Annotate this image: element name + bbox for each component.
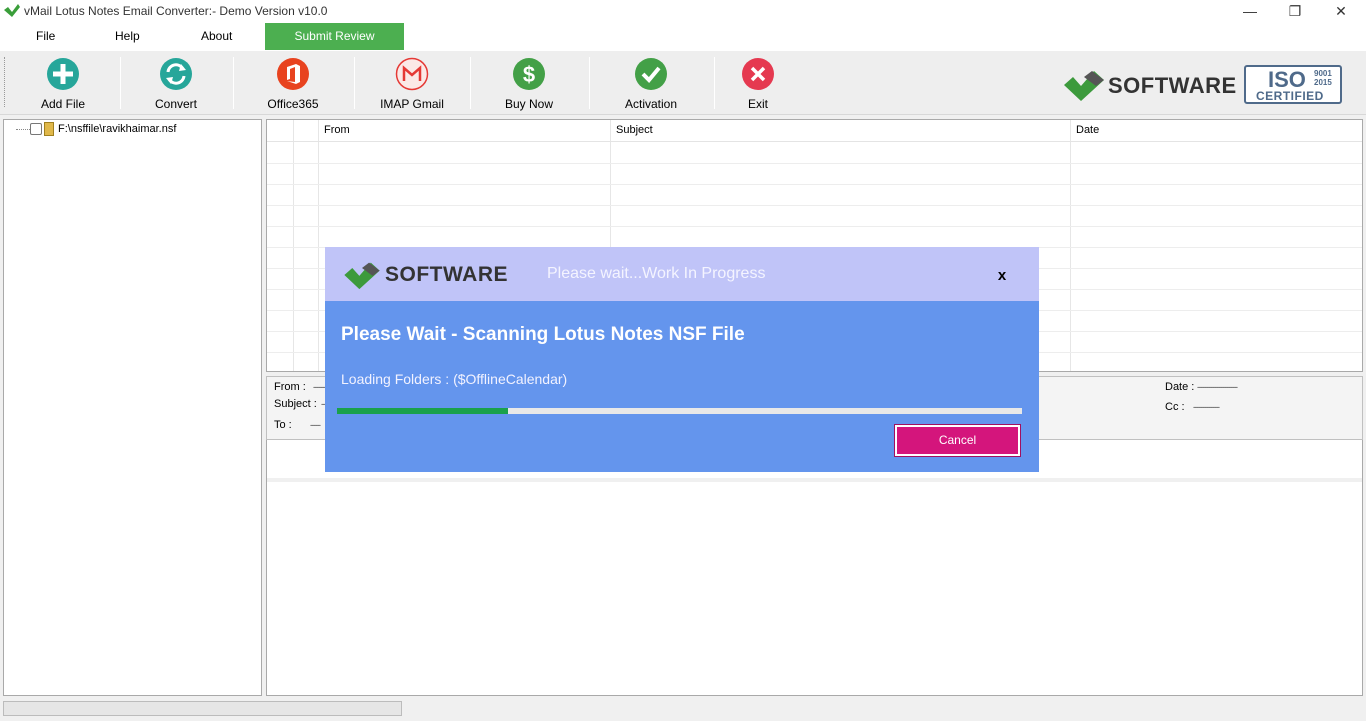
status-progress-bar [3,701,402,716]
dollar-icon: $ [513,58,545,90]
grid-divider [1070,120,1071,371]
toolbar-separator [120,57,121,109]
nsf-file-icon [44,122,54,136]
dialog-caption: Please wait...Work In Progress [547,265,766,282]
exit-label: Exit [747,97,768,111]
grid-divider [293,120,294,371]
grid-row-line [267,226,1362,227]
imap-gmail-button[interactable]: IMAP Gmail [376,51,448,113]
imap-gmail-label: IMAP Gmail [380,97,444,111]
menu-help[interactable]: Help [115,22,140,51]
dialog-brand-name: SOFTWARE [385,263,508,286]
dialog-progress-fill [337,408,509,414]
title-bar: vMail Lotus Notes Email Converter:- Demo… [0,0,1366,22]
tree-checkbox[interactable] [30,123,42,135]
convert-label: Convert [154,97,198,111]
cancel-button[interactable]: Cancel [894,424,1021,457]
cc-value: ------------- [1193,402,1220,412]
menu-file[interactable]: File [36,22,55,51]
add-file-button[interactable]: Add File [36,51,90,113]
dialog-title: Please Wait - Scanning Lotus Notes NSF F… [341,324,745,345]
app-logo-icon [4,4,20,17]
column-from[interactable]: From [318,120,350,142]
buy-now-button[interactable]: $ Buy Now [502,51,556,113]
to-value: ----- [310,420,321,430]
dialog-progress-bar [337,408,1022,414]
status-bar [0,698,1366,721]
close-window-button[interactable]: ✕ [1318,0,1364,22]
window-title: vMail Lotus Notes Email Converter:- Demo… [24,4,328,18]
add-file-label: Add File [40,97,86,111]
date-value: -------------------- [1197,382,1238,392]
preview-divider [267,478,1362,482]
iso-line2: 2015 [1314,78,1332,87]
buy-now-label: Buy Now [504,97,554,111]
from-value: ------ [313,382,326,392]
grid-divider [318,120,319,371]
cc-label: Cc : [1165,401,1185,413]
refresh-icon [160,58,192,90]
office365-icon [277,58,309,90]
svg-text:$: $ [523,62,535,87]
menu-bar: File Help About Submit Review [0,22,1366,51]
to-label: To : [274,419,292,431]
exit-x-icon [742,58,774,90]
column-subject[interactable]: Subject [610,120,653,142]
grid-row-line [267,205,1362,206]
dialog-close-button[interactable]: x [989,263,1015,289]
column-date[interactable]: Date [1070,120,1099,142]
brand-name: SOFTWARE [1108,73,1237,98]
toolbar-grip [4,57,7,107]
subject-label: Subject : [274,398,317,410]
office365-button[interactable]: Office365 [264,51,322,113]
restore-button[interactable]: ❐ [1272,0,1318,22]
close-icon: ✕ [1335,2,1347,19]
from-label: From : [274,381,306,393]
grid-header: From Subject Date [267,120,1362,142]
folder-tree-panel: F:\nsffile\ravikhaimar.nsf [3,119,262,696]
dialog-status-text: Loading Folders : ($OfflineCalendar) [341,371,568,387]
tree-item-nsf-file[interactable]: F:\nsffile\ravikhaimar.nsf [16,122,176,136]
toolbar-separator [470,57,471,109]
toolbar-separator [589,57,590,109]
iso-badge: ISO 9001 2015 CERTIFIED [1244,65,1342,104]
minimize-icon: — [1243,3,1257,19]
grid-row-line [267,184,1362,185]
menu-about[interactable]: About [201,22,232,51]
dialog-header: SOFTWARE Please wait...Work In Progress … [325,247,1039,301]
message-preview-pane[interactable] [266,440,1363,696]
restore-icon: ❐ [1288,2,1302,19]
tree-connector [16,128,30,130]
checkmark-icon [635,58,667,90]
iso-certified: CERTIFIED [1256,89,1324,103]
date-label: Date : [1165,381,1195,393]
toolbar-separator [354,57,355,109]
add-icon [47,58,79,90]
submit-review-button[interactable]: Submit Review [265,23,404,50]
convert-button[interactable]: Convert [150,51,202,113]
activation-button[interactable]: Activation [620,51,682,113]
toolbar-separator [714,57,715,109]
minimize-button[interactable]: — [1227,0,1273,22]
tree-item-label: F:\nsffile\ravikhaimar.nsf [58,123,177,135]
brand-logo-icon [344,262,380,290]
iso-numbers: 9001 2015 [1314,69,1332,87]
progress-dialog: SOFTWARE Please wait...Work In Progress … [325,247,1039,472]
exit-button[interactable]: Exit [738,51,778,113]
office365-label: Office365 [267,97,319,111]
iso-line1: 9001 [1314,69,1332,78]
activation-label: Activation [624,97,678,111]
toolbar-separator [233,57,234,109]
grid-row-line [267,163,1362,164]
brand-logo-icon [1064,71,1104,101]
gmail-icon [395,57,429,91]
